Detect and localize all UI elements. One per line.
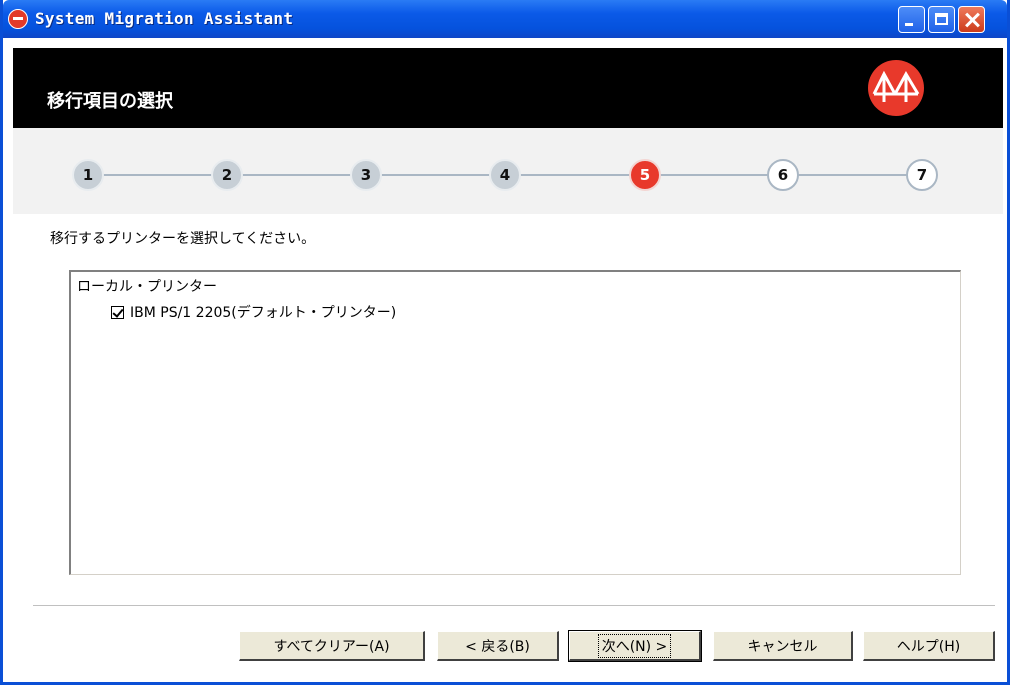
step-3: 3 xyxy=(350,159,382,191)
step-1: 1 xyxy=(72,159,104,191)
next-button[interactable]: 次へ(N) > xyxy=(568,630,702,662)
step-2: 2 xyxy=(211,159,243,191)
step-5-current: 5 xyxy=(629,159,661,191)
minimize-button[interactable] xyxy=(898,6,925,33)
separator xyxy=(33,605,995,607)
title-bar[interactable]: System Migration Assistant xyxy=(3,0,1007,38)
step-4: 4 xyxy=(489,159,521,191)
app-logo-icon xyxy=(8,9,28,29)
printer-tree[interactable]: ローカル・プリンター IBM PS/1 2205(デフォルト・プリンター) xyxy=(69,270,961,575)
maximize-button[interactable] xyxy=(928,6,955,33)
migration-bridge-logo-icon xyxy=(868,60,924,116)
clear-all-button[interactable]: すべてクリアー(A) xyxy=(239,631,425,661)
printer-checkbox[interactable] xyxy=(111,305,124,319)
help-button[interactable]: ヘルプ(H) xyxy=(863,631,995,661)
tree-item-printer[interactable]: IBM PS/1 2205(デフォルト・プリンター) xyxy=(111,302,396,322)
window-title: System Migration Assistant xyxy=(35,9,294,28)
tree-group-local-printers[interactable]: ローカル・プリンター xyxy=(77,276,217,296)
printer-label: IBM PS/1 2205(デフォルト・プリンター) xyxy=(130,305,397,321)
step-6: 6 xyxy=(767,159,799,191)
next-button-label: 次へ(N) > xyxy=(597,633,672,658)
instruction-text: 移行するプリンターを選択してください。 xyxy=(50,231,316,247)
back-button[interactable]: < 戻る(B) xyxy=(437,631,559,661)
close-button[interactable] xyxy=(958,6,985,33)
page-title: 移行項目の選択 xyxy=(47,91,173,112)
cancel-button[interactable]: キャンセル xyxy=(713,631,853,661)
app-window: System Migration Assistant 移行項目の選択 1 2 3… xyxy=(0,0,1010,685)
step-7: 7 xyxy=(906,159,938,191)
